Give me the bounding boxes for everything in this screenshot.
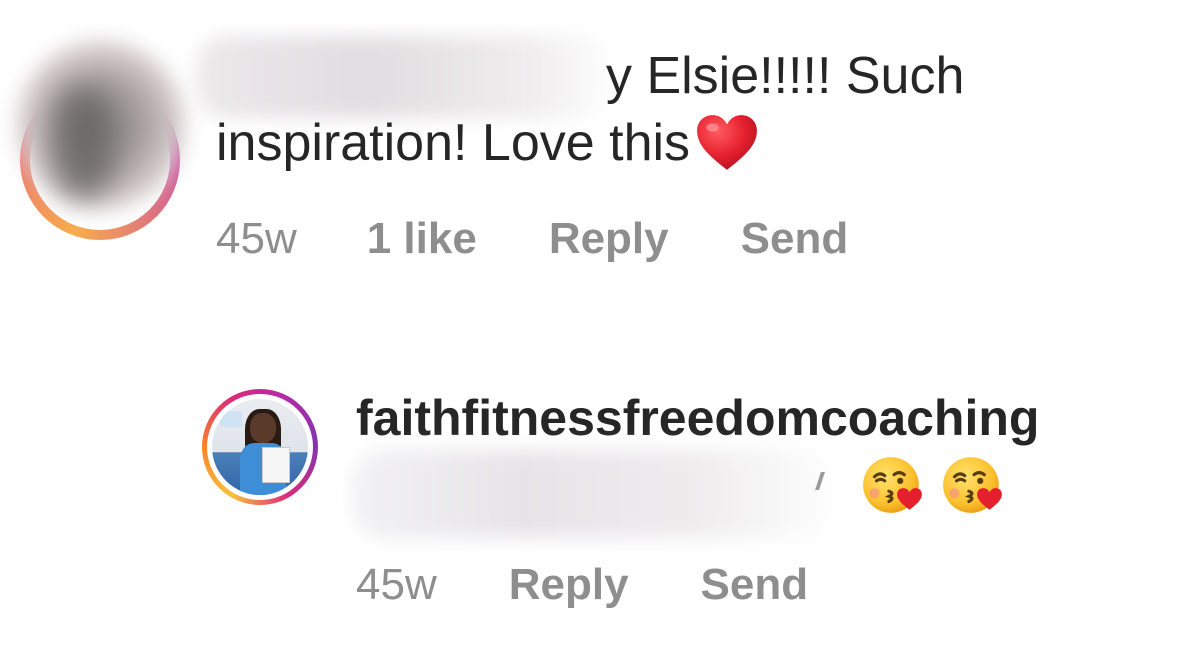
- comment-text-line-1: y Elsie!!!!! Such: [606, 47, 965, 105]
- red-heart-icon: [697, 115, 757, 170]
- reply-meta: 45w Reply Send: [356, 560, 808, 610]
- reply-username[interactable]: faithfitnessfreedomcoaching: [356, 388, 1039, 448]
- commenter-avatar[interactable]: [16, 40, 186, 240]
- kissing-face-with-heart-icon: [943, 457, 1002, 513]
- comment-meta: 45w 1 like Reply Send: [216, 214, 848, 264]
- reply-timestamp: 45w: [356, 560, 437, 609]
- send-button[interactable]: Send: [741, 214, 849, 264]
- send-button[interactable]: Send: [701, 560, 809, 610]
- like-count[interactable]: 1 like: [367, 214, 477, 264]
- username-redaction: [196, 36, 616, 118]
- reply-text-redaction: [352, 450, 842, 538]
- comment-text-line-2: inspiration! Love this: [216, 112, 760, 174]
- reply-button[interactable]: Reply: [549, 214, 669, 264]
- profile-photo: [212, 399, 308, 495]
- kissing-face-with-heart-icon: [863, 457, 922, 513]
- comment-thread: y Elsie!!!!! Such inspiration! Love this…: [0, 0, 1200, 651]
- comment-timestamp: 45w: [216, 214, 297, 263]
- comment-text: inspiration! Love this: [216, 114, 691, 172]
- reply-button[interactable]: Reply: [509, 560, 629, 610]
- reply-avatar[interactable]: [202, 389, 318, 505]
- avatar-blur-figure: [54, 88, 114, 198]
